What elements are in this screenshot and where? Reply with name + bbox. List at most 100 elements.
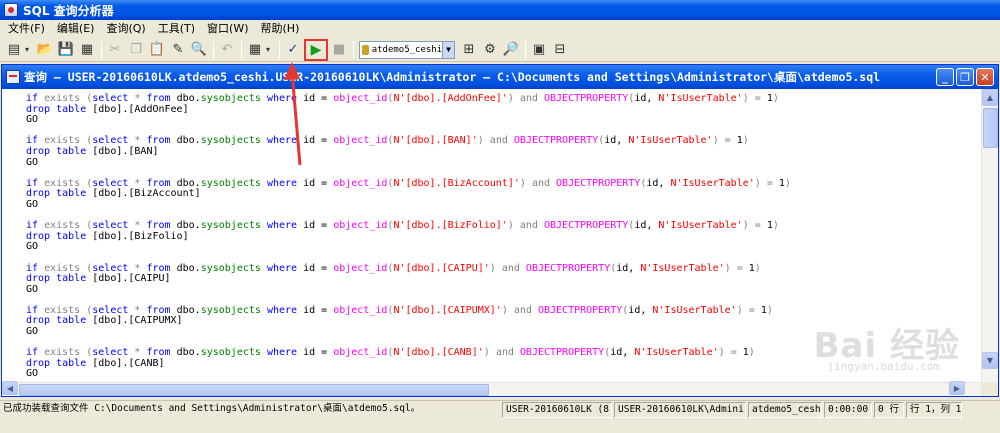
sql-keyword: if (26, 262, 39, 274)
object-search-icon[interactable]: ⚙ (480, 40, 500, 60)
close-button[interactable]: ✕ (976, 68, 994, 86)
sql-function: OBJECTPROPERTY (525, 262, 611, 274)
sql-string: N'[dbo].[BAN]' (393, 135, 478, 147)
show-plan-icon[interactable]: 🔎 (501, 40, 521, 60)
restore-button[interactable]: ❐ (956, 68, 974, 86)
sql-function: object_id (333, 177, 388, 189)
menu-tools[interactable]: 工具(T) (152, 20, 201, 38)
sql-keyword: GO (26, 198, 39, 210)
sql-punct: ) (772, 93, 779, 104)
menu-edit[interactable]: 编辑(E) (51, 20, 101, 38)
sql-string: N'[dbo].[CAIPUMX]' (393, 304, 502, 316)
sql-operator: = (754, 220, 761, 232)
sql-punct: ) (736, 304, 743, 316)
scroll-up-icon[interactable]: ▲ (982, 89, 998, 106)
toolbar-separator (525, 40, 526, 59)
database-icon (362, 44, 369, 55)
horizontal-scroll-thumb[interactable] (19, 384, 489, 396)
sql-identifier: id, (634, 93, 653, 104)
clear-icon[interactable]: ✎ (168, 40, 188, 60)
parse-icon[interactable]: ✓ (283, 40, 303, 60)
options-icon[interactable]: ⊟ (550, 40, 570, 60)
sql-system-table: sysobjects (200, 220, 261, 232)
sql-line-go: GO (26, 114, 982, 126)
scroll-right-icon[interactable]: ▶ (949, 381, 965, 395)
copy-icon[interactable]: ❐ (126, 40, 146, 60)
bottom-strip (0, 418, 1000, 433)
undo-icon[interactable]: ↶ (217, 40, 237, 60)
sql-keyword: select (92, 93, 129, 104)
sql-identifier: id, (610, 347, 629, 359)
menu-query[interactable]: 查询(Q) (100, 20, 151, 38)
vertical-scrollbar[interactable]: ▲ ▼ (981, 89, 998, 384)
scroll-left-icon[interactable]: ◀ (2, 381, 18, 395)
sql-keyword: if (26, 93, 39, 104)
sql-function: OBJECTPROPERTY (537, 304, 623, 316)
sql-operator: = (730, 347, 737, 359)
sql-line-drop: drop table [dbo].[AddOnFee] (26, 103, 982, 116)
sql-punct: ) (507, 93, 514, 104)
sql-keyword: drop (26, 145, 51, 157)
database-select[interactable]: atdemo5_ceshi ▼ (359, 40, 455, 59)
properties-icon[interactable]: ▣ (529, 40, 549, 60)
sql-keyword: from (146, 262, 171, 274)
app-title: SQL 查询分析器 (23, 3, 114, 18)
sql-keyword: select (92, 220, 129, 232)
sql-keyword: where (266, 347, 298, 359)
open-icon[interactable]: 📂 (35, 40, 55, 60)
chevron-down-icon[interactable]: ▾ (25, 45, 33, 54)
chevron-down-icon[interactable]: ▾ (266, 45, 274, 54)
sql-identifier: id = (303, 347, 328, 359)
status-rows: 0 行 (874, 401, 904, 418)
sql-punct: ) (718, 347, 725, 359)
sql-schema: dbo. (176, 304, 201, 316)
sql-operator: = (754, 93, 761, 104)
sql-keyword: select (92, 177, 129, 189)
results-mode-icon[interactable]: ▦ (245, 40, 265, 60)
sql-function: object_id (333, 220, 388, 232)
sql-operator: and (489, 135, 508, 147)
sql-keyword: GO (26, 283, 39, 295)
sql-operator: = (748, 304, 755, 316)
sql-string: N'IsUserTable' (658, 93, 743, 104)
toolbar: ▤ ▾ 📂 💾 ▦ ✂ ❐ 📋 ✎ 🔍 ↶ ▦ ▾ ✓ ▶ ■ atdemo5_… (0, 38, 1000, 62)
stop-icon[interactable]: ■ (329, 40, 349, 60)
sql-keyword: table (56, 188, 87, 200)
sql-operator: and (519, 220, 538, 232)
sql-operator: * (134, 262, 141, 274)
sql-operator: = (766, 177, 773, 189)
sql-keyword: where (266, 304, 298, 316)
sql-keyword: select (92, 135, 129, 147)
minimize-button[interactable]: _ (936, 68, 954, 86)
cut-icon[interactable]: ✂ (105, 40, 125, 60)
database-select-value: atdemo5_ceshi (371, 44, 443, 55)
sql-punct: ) (507, 220, 514, 232)
load-script-icon[interactable]: ▦ (77, 40, 97, 60)
object-browser-icon[interactable]: ⊞ (459, 40, 479, 60)
save-icon[interactable]: 💾 (56, 40, 76, 60)
scroll-down-icon[interactable]: ▼ (982, 352, 998, 369)
menu-window[interactable]: 窗口(W) (201, 20, 254, 38)
sql-keyword: where (266, 220, 298, 232)
sql-line-if-exists: if exists (select * from dbo.sysobjects … (26, 136, 982, 147)
vertical-scroll-thumb[interactable] (983, 108, 998, 148)
sql-operator: and (513, 304, 532, 316)
sql-punct: ) (754, 177, 761, 189)
sql-keyword: exists (44, 262, 81, 274)
sql-string: N'[dbo].[BizFolio]' (393, 220, 508, 232)
paste-icon[interactable]: 📋 (147, 40, 167, 60)
execute-icon[interactable]: ▶ (304, 38, 328, 61)
horizontal-scrollbar[interactable]: ◀ ▶ (2, 381, 983, 396)
sql-keyword: where (266, 262, 298, 274)
new-query-icon[interactable]: ▤ (4, 40, 24, 60)
sql-identifier: [dbo].[BizFolio] (92, 230, 189, 242)
sql-string: N'[dbo].[CAIPU]' (393, 262, 490, 274)
find-icon[interactable]: 🔍 (189, 40, 209, 60)
sql-keyword: GO (26, 114, 39, 126)
chevron-down-icon[interactable]: ▼ (442, 41, 454, 58)
sql-identifier: [dbo].[AddOnFee] (92, 103, 189, 115)
menu-file[interactable]: 文件(F) (2, 20, 51, 38)
sql-operator: and (501, 262, 520, 274)
sql-keyword: where (266, 135, 298, 147)
menu-help[interactable]: 帮助(H) (255, 20, 306, 38)
